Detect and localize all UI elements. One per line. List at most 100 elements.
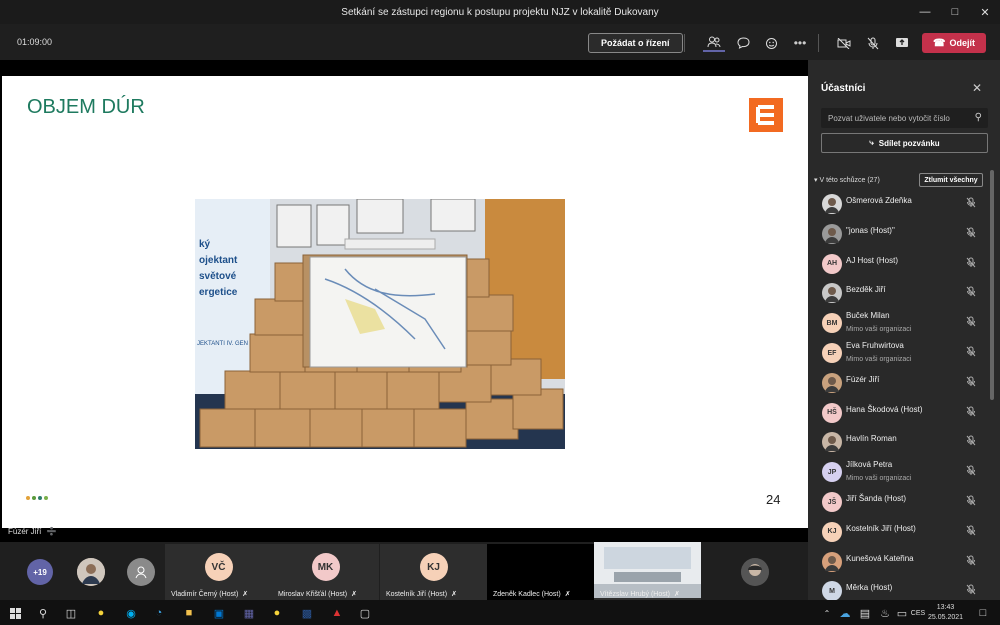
avatar [741, 558, 769, 586]
invite-placeholder: Pozvat uživatele nebo vytočit číslo [828, 113, 950, 123]
avatar [822, 283, 842, 304]
maximize-icon[interactable]: □ [940, 0, 970, 24]
more-options-icon[interactable]: ••• [789, 34, 811, 52]
invite-search-input[interactable]: Pozvat uživatele nebo vytočit číslo ⚲ [821, 108, 988, 128]
mute-all-button[interactable]: Ztlumit všechny [919, 173, 983, 187]
in-meeting-section-header[interactable]: ▾ V této schůzce (27) [814, 176, 880, 184]
search-icon[interactable]: ⚲ [34, 604, 52, 622]
close-panel-icon[interactable]: ✕ [972, 81, 982, 95]
tips-icon[interactable]: ● [268, 604, 286, 622]
mic-off-icon: ✗ [351, 591, 358, 598]
windows-start-icon[interactable] [6, 604, 24, 622]
outlook-icon[interactable]: ▣ [210, 604, 228, 622]
avatar: KJ [822, 521, 842, 542]
mic-off-icon [966, 257, 976, 270]
mic-off-icon: ✗ [564, 591, 571, 598]
participant-name: Eva Fruhwirtova [846, 341, 904, 350]
chat-icon[interactable] [732, 34, 754, 52]
toolbar-divider [818, 34, 819, 52]
participant-row[interactable]: Kunešová Kateřina [808, 548, 993, 576]
close-icon[interactable]: ✕ [970, 0, 1000, 24]
avatar: KJ [419, 553, 448, 581]
participant-name: Buček Milan [846, 311, 890, 321]
participant-row[interactable]: HŠ Hana Škodová (Host) [808, 399, 993, 427]
avatar [822, 551, 842, 572]
video-tile[interactable]: MK Miroslav Křišťál (Host) ✗ [272, 544, 379, 600]
participant-row[interactable]: "jonas (Host)" [808, 220, 993, 248]
participant-row[interactable]: JP Jílková Petra Mimo vaši organizaci [808, 458, 993, 486]
video-tile[interactable]: VČ Vladimír Černý (Host) ✗ [165, 544, 272, 600]
mic-off-icon [966, 525, 976, 538]
window-controls: — □ ✕ [910, 0, 1000, 24]
task-view-icon[interactable]: ◫ [62, 604, 80, 622]
request-control-button[interactable]: Požádat o řízení [588, 33, 683, 53]
participant-row[interactable]: EF Eva Fruhwirtova Mimo vaši organizaci [808, 339, 993, 367]
video-tile[interactable]: KJ Kostelník Jiří (Host) ✗ [380, 544, 487, 600]
chevron-up-icon[interactable]: ⌃ [818, 604, 836, 622]
avatar [127, 558, 155, 586]
volume-icon[interactable]: ♨ [876, 604, 894, 622]
panel-scrollbar[interactable] [990, 170, 994, 400]
network-icon[interactable]: ▤ [856, 604, 874, 622]
mic-off-icon[interactable] [862, 34, 884, 52]
chevron-down-icon: ▾ [814, 177, 818, 184]
taskbar-clock[interactable]: 13:43 25.05.2021 [928, 603, 963, 623]
participant-row[interactable]: Bezděk Jiří [808, 279, 993, 307]
edge-icon[interactable]: ◔ [150, 604, 168, 622]
participant-name: Bezděk Jiří [846, 285, 886, 295]
participant-row[interactable]: JŠ Jiří Šanda (Host) [808, 488, 993, 516]
participant-row[interactable]: Ošmerová Zdeňka [808, 190, 993, 218]
mic-off-icon [966, 197, 976, 210]
pdf-reader-icon[interactable]: ▲ [328, 604, 346, 622]
slide-dot [38, 496, 42, 500]
avatar: M [822, 581, 842, 602]
more-participants-count: +19 [27, 559, 53, 585]
reactions-icon[interactable] [760, 34, 782, 52]
slide-dots [26, 496, 48, 500]
video-tile[interactable] [76, 544, 106, 600]
participant-row[interactable]: Fúzér Jiří [808, 369, 993, 397]
video-tile[interactable]: Vítězslav Hrubý (Host) ✗ [594, 541, 701, 600]
file-explorer-icon[interactable]: ■ [180, 604, 198, 622]
word-icon[interactable]: ▩ [298, 604, 316, 622]
avatar [822, 223, 842, 244]
photo-sign-line: světové [199, 271, 237, 282]
video-tile[interactable] [735, 544, 775, 600]
mic-off-icon [966, 406, 976, 419]
camera-off-icon[interactable] [833, 34, 855, 52]
tile-name: Miroslav Křišťál (Host) [278, 591, 348, 598]
participant-row[interactable]: KJ Kostelník Jiří (Host) [808, 518, 993, 546]
participant-row[interactable]: BM Buček Milan Mimo vaši organizaci [808, 309, 993, 337]
minimize-icon[interactable]: — [910, 0, 940, 24]
share-invite-button[interactable]: ⤷ Sdílet pozvánku [821, 133, 988, 153]
window-title: Setkání se zástupci regionu k postupu pr… [341, 6, 659, 18]
share-screen-icon[interactable] [891, 34, 913, 52]
participants-icon[interactable] [703, 34, 725, 52]
teams-icon[interactable]: ▦ [240, 604, 258, 622]
avatar: HŠ [822, 402, 842, 423]
search-icon[interactable]: ⚲ [975, 112, 982, 123]
phone-hangup-icon: ☎ [933, 37, 946, 49]
tile-label: Vladimír Černý (Host) ✗ [171, 590, 248, 598]
video-tile[interactable]: Zdeněk Kadlec (Host) ✗ [487, 544, 594, 600]
skype-icon[interactable]: ◉ [122, 604, 140, 622]
leave-label: Odejít [949, 38, 975, 48]
leave-button[interactable]: ☎ Odejít [922, 33, 986, 53]
participant-row[interactable]: AH AJ Host (Host) [808, 250, 993, 278]
participant-row[interactable]: Havlín Roman [808, 428, 993, 456]
language-indicator[interactable]: CES [908, 604, 928, 622]
video-tile[interactable] [126, 544, 156, 600]
participant-org: Mimo vaši organizaci [846, 326, 912, 334]
more-participants-tile[interactable]: +19 [25, 544, 55, 600]
notifications-icon[interactable]: □ [974, 604, 992, 622]
slide-dot [32, 496, 36, 500]
company-logo [749, 98, 783, 132]
photos-icon[interactable]: ▢ [356, 604, 374, 622]
mic-off-icon: ✗ [451, 591, 457, 598]
onedrive-icon[interactable]: ☁ [836, 604, 854, 622]
avatar: VČ [204, 553, 233, 581]
participant-name: Havlín Roman [846, 434, 897, 444]
tips-icon[interactable]: ● [92, 604, 110, 622]
mic-off-icon [966, 435, 976, 448]
share-icon: ⤷ [869, 138, 874, 147]
